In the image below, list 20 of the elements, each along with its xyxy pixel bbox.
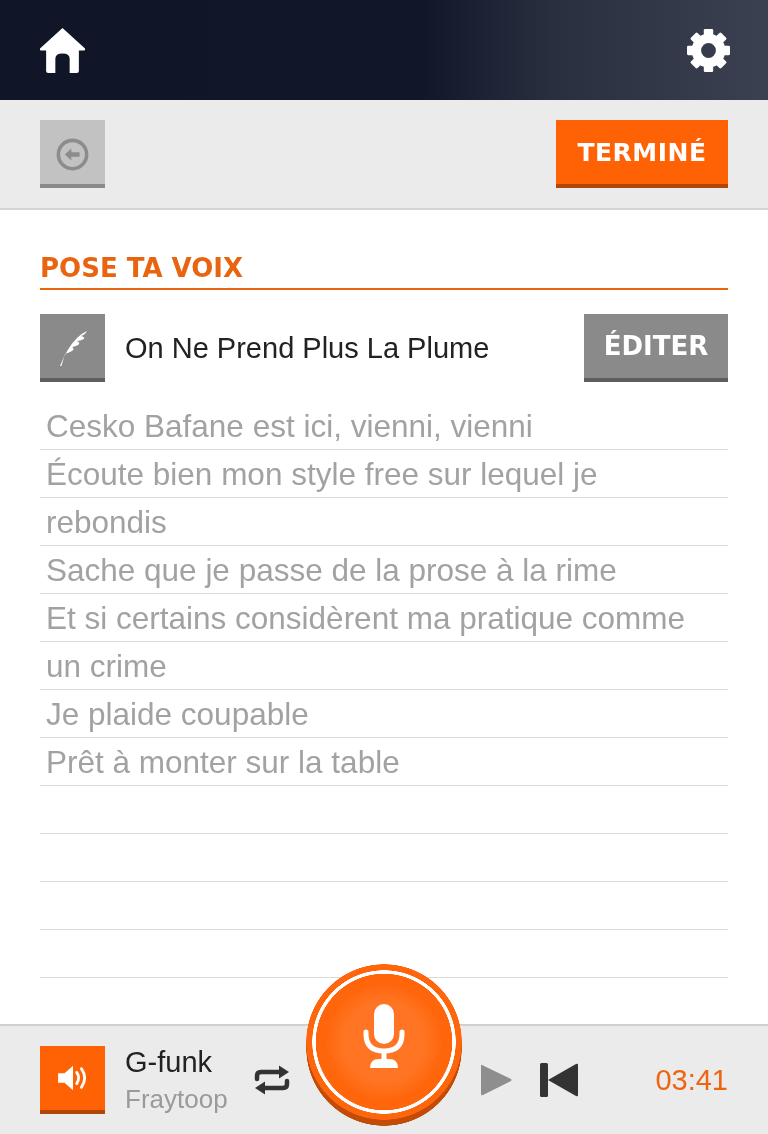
speaker-button[interactable]	[40, 1046, 105, 1114]
skip-back-icon[interactable]	[540, 1063, 578, 1097]
track-time: 03:41	[655, 1063, 728, 1097]
track-title: G-funk	[125, 1045, 214, 1079]
back-icon	[56, 137, 89, 171]
edit-button[interactable]: ÉDITER	[584, 314, 728, 382]
lyric-line: Et si certains considèrent ma pratique comme un crime	[46, 599, 687, 686]
lyric-line: Écoute bien mon style free sur lequel je rebondis	[46, 455, 599, 542]
home-icon[interactable]	[40, 27, 85, 73]
settings-icon[interactable]	[687, 28, 730, 72]
lyric-line: Sache que je passe de la prose à la rime	[46, 551, 618, 590]
lyric-line: Je plaide coupable	[46, 695, 310, 734]
done-button[interactable]: TERMINÉ	[556, 120, 728, 188]
track-artist: Fraytoop	[125, 1083, 229, 1115]
repeat-icon[interactable]	[252, 1064, 292, 1096]
quill-icon	[40, 314, 105, 382]
lyric-line: Cesko Bafane est ici, vienni, vienni	[46, 407, 534, 446]
lyric-line: Prêt à monter sur la table	[46, 743, 401, 782]
song-title: On Ne Prend Plus La Plume	[125, 331, 491, 365]
section-title: POSE TA VOIX	[40, 250, 728, 290]
